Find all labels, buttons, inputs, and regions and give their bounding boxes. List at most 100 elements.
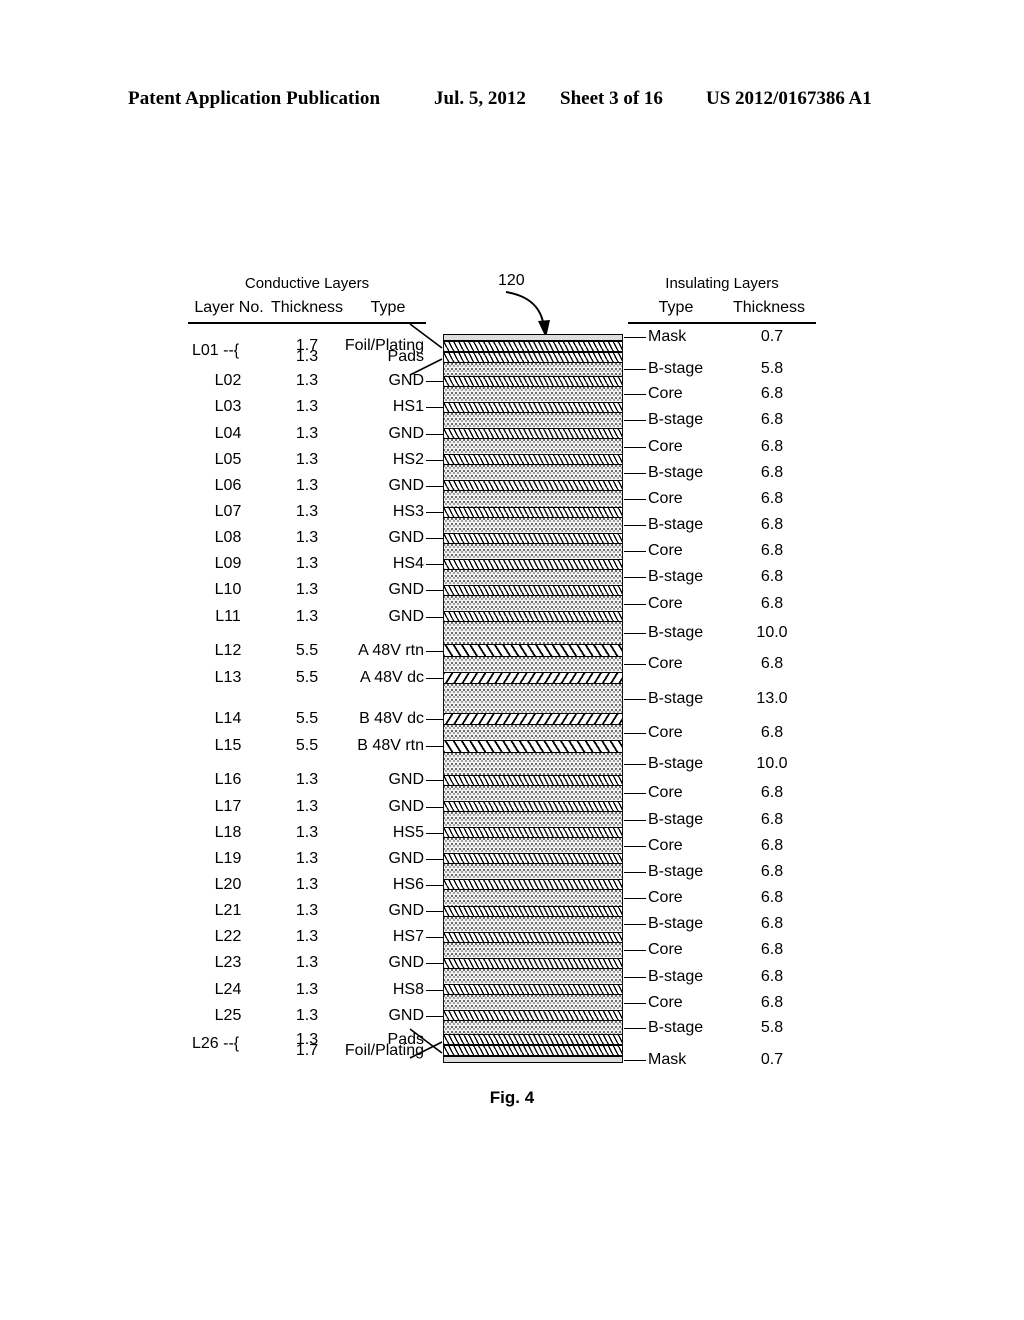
conductive-header-rule: [188, 322, 426, 324]
stack-conductive-band: [443, 532, 623, 544]
insulating-header-rule: [628, 322, 816, 324]
conductive-layer-number: L05: [214, 450, 242, 468]
conductive-leader-line: [426, 989, 444, 991]
stack-insulating-band: [443, 864, 623, 880]
conductive-layer-number: L12: [214, 641, 242, 659]
stack-conductive-band: [443, 644, 623, 657]
conductive-leader-line: [426, 590, 444, 592]
conductive-layer-number: L16: [214, 771, 242, 789]
conductive-layer-number: L17: [214, 797, 242, 815]
conductive-leader-line: [426, 512, 444, 514]
stack-insulating-band: [443, 656, 623, 672]
conductive-leader-line: [426, 485, 444, 487]
insulating-layer-thickness: 6.8: [760, 836, 784, 854]
stack-conductive-band: [443, 454, 623, 466]
conductive-layer-type: GND: [388, 424, 424, 442]
conductive-layer-type: GND: [388, 581, 424, 599]
conductive-layer-type: GND: [388, 849, 424, 867]
stack-conductive-band: [443, 340, 623, 352]
conductive-layer-number: L25: [214, 1006, 242, 1024]
insulating-layer-thickness: 6.8: [760, 463, 784, 481]
stack-insulating-band: [443, 622, 623, 645]
insulating-leader-line: [624, 337, 646, 339]
conductive-layer-type: GND: [388, 372, 424, 390]
conductive-leader-line: [426, 832, 444, 834]
conductive-layer-type: GND: [388, 529, 424, 547]
conductive-layer-number: L10: [214, 581, 242, 599]
conductive-leader-line: [426, 937, 444, 939]
layer-group-label-l26: L26 --{: [192, 1035, 240, 1053]
stack-insulating-band: [443, 890, 623, 906]
insulating-layer-thickness: 0.7: [760, 328, 784, 346]
stack-conductive-band: [443, 853, 623, 865]
conductive-leader-line: [426, 433, 444, 435]
insulating-leader-line: [624, 446, 646, 448]
insulating-layers-group-title: Insulating Layers: [665, 275, 779, 292]
stack-conductive-band: [443, 774, 623, 786]
insulating-layer-thickness: 6.8: [760, 967, 784, 985]
stack-insulating-band: [443, 1056, 623, 1063]
conductive-layer-type: A 48V rtn: [358, 641, 424, 659]
conductive-layer-type: Pads: [387, 348, 424, 366]
conductive-leader-line: [426, 884, 444, 886]
conductive-leader-line: [426, 780, 444, 782]
stack-insulating-band: [443, 543, 623, 559]
stack-insulating-band: [443, 439, 623, 455]
column-header-insulating-type: Type: [658, 299, 694, 316]
insulating-layer-thickness: 6.8: [760, 594, 784, 612]
insulating-leader-line: [624, 369, 646, 371]
stack-insulating-band: [443, 1021, 623, 1035]
insulating-layer-thickness: 6.8: [760, 437, 784, 455]
conductive-layer-type: GND: [388, 1006, 424, 1024]
conductive-leader-line: [426, 407, 444, 409]
insulating-layer-thickness: 6.8: [760, 568, 784, 586]
insulating-leader-line: [624, 633, 646, 635]
insulating-layer-thickness: 6.8: [760, 516, 784, 534]
insulating-leader-line: [624, 1002, 646, 1004]
stack-conductive-band: [443, 1034, 623, 1046]
conductive-layer-number: L11: [215, 607, 241, 625]
insulating-layer-thickness: 0.7: [760, 1050, 784, 1068]
insulating-leader-line: [624, 420, 646, 422]
conductive-layer-type: B 48V rtn: [357, 737, 424, 755]
conductive-leader-line: [409, 1028, 443, 1054]
conductive-layer-type: HS1: [392, 398, 424, 416]
conductive-layer-number: L06: [214, 476, 242, 494]
conductive-leader-line: [426, 746, 444, 748]
insulating-layer-thickness: 6.8: [760, 784, 784, 802]
column-header-conductive-type: Type: [370, 299, 406, 316]
conductive-layer-type: HS6: [392, 875, 424, 893]
stack-insulating-band: [443, 334, 623, 341]
stack-insulating-band: [443, 916, 623, 932]
column-header-layer-no: Layer No.: [194, 299, 264, 316]
stack-conductive-band: [443, 931, 623, 943]
insulating-leader-line: [624, 950, 646, 952]
stack-insulating-band: [443, 785, 623, 801]
insulating-leader-line: [624, 664, 646, 666]
stack-conductive-band: [443, 506, 623, 518]
insulating-leader-line: [624, 698, 646, 700]
stack-insulating-band: [443, 942, 623, 958]
conductive-leader-line: [426, 911, 444, 913]
insulating-layer-thickness: 6.8: [760, 889, 784, 907]
stack-conductive-band: [443, 671, 623, 685]
stack-insulating-band: [443, 725, 623, 741]
stack-conductive-band: [443, 1045, 623, 1057]
conductive-layer-number: L03: [214, 398, 242, 416]
stack-insulating-band: [443, 968, 623, 985]
stack-conductive-band: [443, 611, 623, 623]
conductive-layer-type: GND: [388, 771, 424, 789]
conductive-layer-type: HS4: [392, 555, 424, 573]
insulating-layer-thickness: 6.8: [760, 993, 784, 1011]
stack-conductive-band: [443, 584, 623, 596]
insulating-layer-thickness: 6.8: [760, 723, 784, 741]
insulating-leader-line: [624, 394, 646, 396]
stack-insulating-band: [443, 596, 623, 612]
stack-conductive-band: [443, 984, 623, 996]
conductive-layer-number: L19: [214, 849, 242, 867]
conductive-layer-type: B 48V dc: [359, 710, 424, 728]
insulating-leader-line: [624, 819, 646, 821]
conductive-layer-number: L21: [214, 902, 242, 920]
stack-conductive-band: [443, 712, 623, 726]
stack-conductive-band: [443, 905, 623, 917]
